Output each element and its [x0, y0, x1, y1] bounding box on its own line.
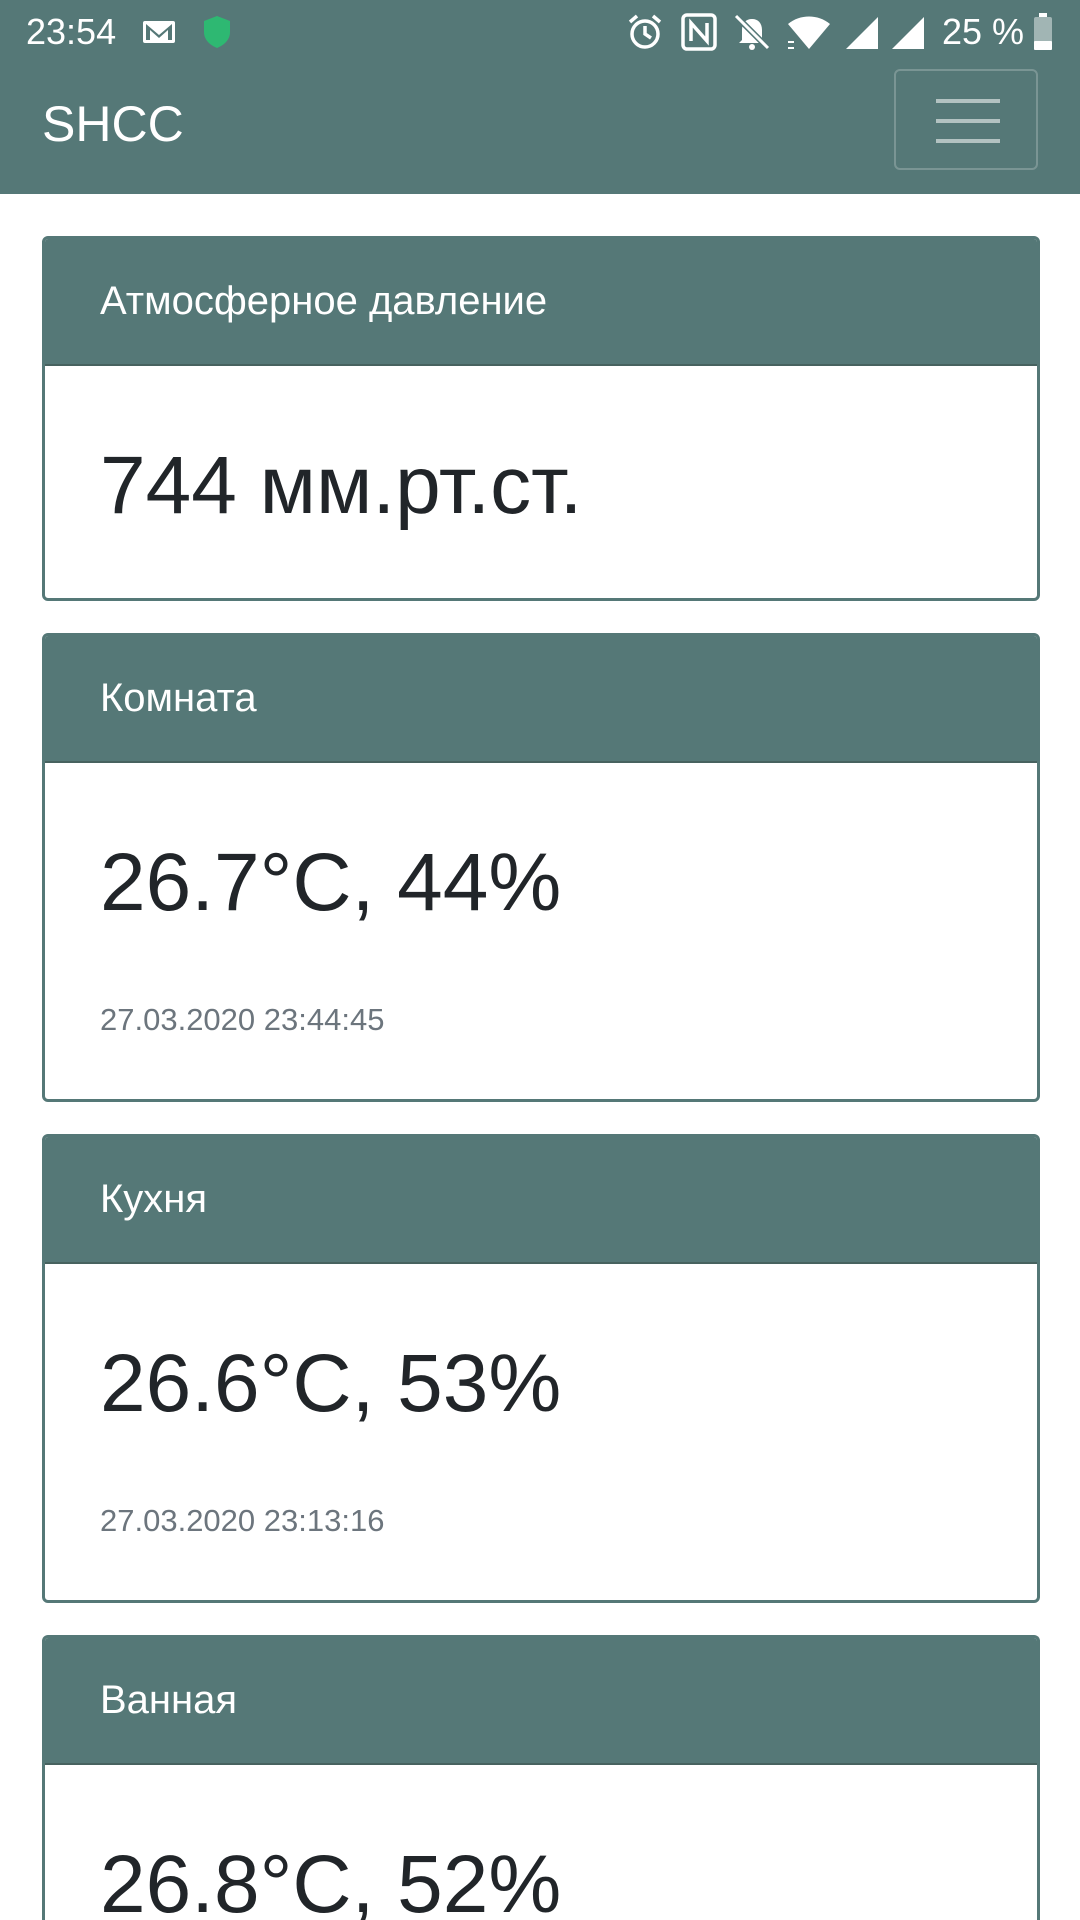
battery-icon: [1034, 13, 1052, 50]
card-header: Кухня: [45, 1137, 1037, 1264]
sensor-card-bathroom: Ванная 26.8°C, 52%: [42, 1635, 1040, 1920]
shield-icon: [204, 16, 230, 48]
brand-title[interactable]: SHCC: [42, 92, 184, 156]
card-value: 26.7°C, 44%: [100, 837, 562, 928]
battery-percent: 25 %: [942, 11, 1025, 52]
hamburger-icon: [936, 99, 1000, 143]
card-header: Атмосферное давление: [45, 239, 1037, 366]
sensor-card-pressure: Атмосферное давление 744 мм.рт.ст.: [42, 236, 1040, 601]
bell-off-icon: [733, 13, 771, 51]
card-timestamp: 27.03.2020 23:13:16: [100, 1503, 385, 1538]
card-value: 26.6°C, 53%: [100, 1338, 562, 1429]
signal-icon: [892, 17, 924, 49]
card-header: Комната: [45, 636, 1037, 763]
sensor-card-room: Комната 26.7°C, 44% 27.03.2020 23:44:45: [42, 633, 1040, 1102]
menu-toggle-button[interactable]: [894, 69, 1038, 170]
sensor-card-kitchen: Кухня 26.6°C, 53% 27.03.2020 23:13:16: [42, 1134, 1040, 1603]
card-header: Ванная: [45, 1638, 1037, 1765]
card-value: 744 мм.рт.ст.: [100, 440, 583, 531]
status-time: 23:54: [26, 11, 117, 52]
card-value: 26.8°C, 52%: [100, 1839, 562, 1920]
card-timestamp: 27.03.2020 23:44:45: [100, 1002, 385, 1037]
nfc-icon: [681, 13, 717, 51]
gmail-icon: [143, 21, 175, 43]
signal-icon: [846, 17, 878, 49]
alarm-icon: [628, 14, 662, 49]
navbar: SHCC: [0, 64, 1080, 194]
wifi-icon: [788, 16, 830, 49]
status-bar: 23:54 25 %: [0, 0, 1080, 64]
